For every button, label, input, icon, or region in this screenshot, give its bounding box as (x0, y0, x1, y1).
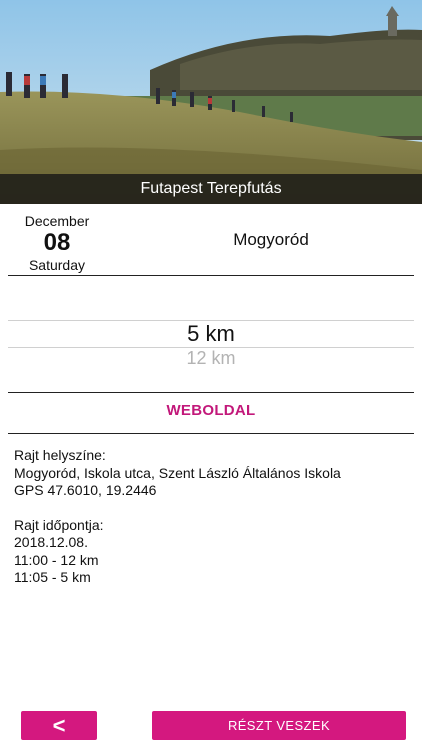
picker-selected-distance[interactable]: 5 km (0, 321, 422, 347)
divider (8, 275, 414, 276)
gps-coordinates: GPS 47.6010, 19.2446 (14, 482, 157, 498)
back-button[interactable]: < (21, 711, 97, 740)
event-info: Rajt helyszíne: Mogyoród, Iskola utca, S… (14, 447, 414, 587)
event-photo: Futapest Terepfutás (0, 0, 422, 204)
date-weekday: Saturday (28, 257, 86, 273)
website-link[interactable]: WEBOLDAL (0, 402, 422, 419)
start-place: Mogyoród, Iskola utca, Szent László Álta… (14, 464, 341, 481)
event-date: December 08 Saturday (10, 213, 104, 274)
date-month: December (24, 213, 90, 229)
divider (8, 392, 414, 393)
start-place-label: Rajt helyszíne: (14, 447, 106, 463)
start-time-item: 11:00 - 12 km (14, 551, 99, 568)
chevron-left-icon: < (52, 712, 66, 738)
event-location: Mogyoród (233, 230, 309, 249)
start-time-label: Rajt időpontja: (14, 516, 104, 533)
date-day: 08 (43, 229, 71, 256)
picker-option-distance[interactable]: 12 km (0, 348, 422, 364)
start-date: 2018.12.08. (14, 534, 88, 550)
start-time-item: 11:05 - 5 km (14, 569, 91, 585)
join-button[interactable]: RÉSZT VESZEK (152, 711, 406, 740)
divider (8, 433, 414, 434)
event-title: Futapest Terepfutás (0, 174, 422, 204)
